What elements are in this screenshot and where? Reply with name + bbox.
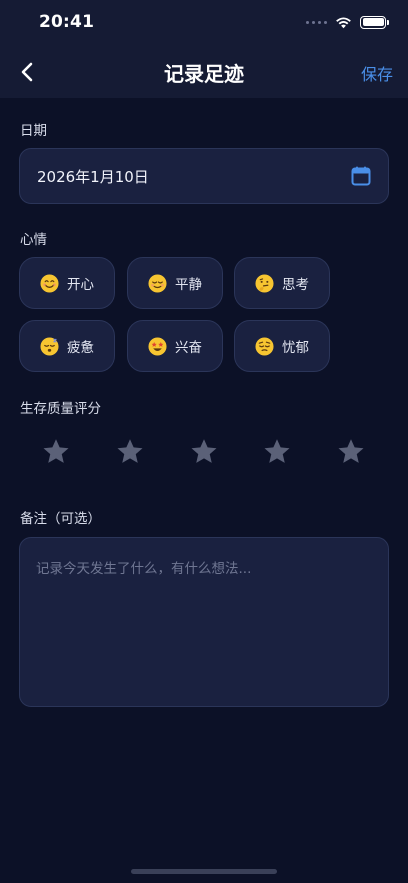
calendar-icon[interactable] [351,166,371,186]
mood-option-label: 平静 [175,277,202,293]
star-icon[interactable] [41,437,71,467]
mood-option-label: 思考 [282,277,309,293]
status-time: 20:41 [39,12,95,32]
rating-label: 生存质量评分 [20,401,101,417]
note-textarea[interactable] [19,537,389,707]
star-icon[interactable] [336,437,366,467]
star-icon[interactable] [262,437,292,467]
note-label: 备注（可选） [20,511,101,527]
pensive-face-icon [255,336,274,356]
date-field[interactable]: 2026年1月10日 [19,148,389,204]
mood-option-melancholy[interactable]: 忧郁 [234,320,330,372]
mood-option-thinking[interactable]: 思考 [234,257,330,309]
wifi-icon [336,17,351,28]
date-label: 日期 [20,123,47,139]
record-footprint-screen: 20:41 记录足迹 保存 日期 2026年1月10日 心情 开心 平静 思考 … [0,0,408,883]
sleepy-face-icon [40,336,59,356]
mood-option-calm[interactable]: 平静 [127,257,223,309]
save-button[interactable]: 保存 [361,61,393,85]
relieved-face-icon [148,273,167,293]
status-indicators [306,14,389,30]
star-icon[interactable] [189,437,219,467]
page-title: 记录足迹 [164,62,244,86]
star-struck-face-icon [148,336,167,356]
mood-option-label: 疲惫 [67,340,94,356]
mood-option-label: 兴奋 [175,340,202,356]
mood-label: 心情 [20,232,47,248]
home-indicator [131,869,277,874]
mood-option-excited[interactable]: 兴奋 [127,320,223,372]
battery-icon [360,15,389,29]
mood-option-tired[interactable]: 疲惫 [19,320,115,372]
date-value: 2026年1月10日 [37,168,149,186]
smiling-face-icon [40,273,59,293]
header: 20:41 记录足迹 保存 [0,0,408,98]
star-icon[interactable] [115,437,145,467]
mood-option-label: 忧郁 [282,340,309,356]
thinking-face-icon [255,273,274,293]
rating-stars [0,437,408,471]
mood-option-label: 开心 [67,277,94,293]
cellular-signal-icon [306,20,327,24]
mood-option-happy[interactable]: 开心 [19,257,115,309]
